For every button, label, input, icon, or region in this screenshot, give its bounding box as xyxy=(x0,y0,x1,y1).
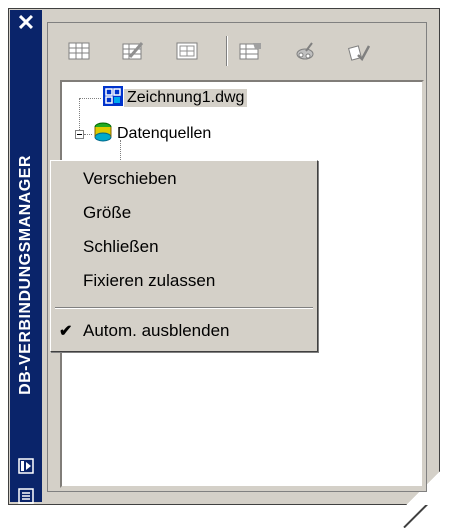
tree-node-label: Zeichnung1.dwg xyxy=(124,89,248,107)
collapse-toggle[interactable] xyxy=(75,130,84,139)
menu-separator xyxy=(55,307,313,309)
tree-node-drawing[interactable]: Zeichnung1.dwg xyxy=(102,85,248,112)
palette-title-bar[interactable]: ✕ DB-VERBINDUNGSMANAGER xyxy=(10,10,42,504)
auto-hide-icon[interactable] xyxy=(18,458,34,474)
new-link-template-icon[interactable] xyxy=(174,38,200,64)
tree-connector xyxy=(79,98,101,99)
menu-item-label: Größe xyxy=(83,203,132,222)
data-sources-icon xyxy=(92,121,114,148)
menu-item-move[interactable]: Verschieben xyxy=(51,163,317,195)
close-icon[interactable]: ✕ xyxy=(16,12,36,34)
view-table-icon[interactable] xyxy=(66,38,92,64)
palette-title-text: DB-VERBINDUNGSMANAGER xyxy=(17,155,34,395)
menu-item-allow-docking[interactable]: Fixieren zulassen xyxy=(51,265,317,297)
menu-item-label: Autom. ausblenden xyxy=(83,321,230,340)
menu-item-label: Schließen xyxy=(83,237,159,256)
tree-node-label: Datenquellen xyxy=(117,125,212,142)
context-menu: Verschieben Größe Schließen Fixieren zul… xyxy=(50,160,318,352)
menu-item-label: Fixieren zulassen xyxy=(83,271,216,290)
tree-connector xyxy=(79,98,80,134)
tree-connector xyxy=(84,134,92,135)
menu-item-close[interactable]: Schließen xyxy=(51,231,317,263)
tree-node-datasources[interactable]: Datenquellen xyxy=(92,121,214,147)
checkmark-icon: ✔ xyxy=(59,323,73,340)
menu-item-size[interactable]: Größe xyxy=(51,197,317,229)
new-label-template-icon[interactable] xyxy=(238,38,264,64)
query-icon[interactable] xyxy=(292,38,318,64)
palette-title: DB-VERBINDUNGSMANAGER xyxy=(10,110,42,440)
toolbar xyxy=(56,30,418,76)
resize-grip[interactable] xyxy=(403,498,433,528)
menu-item-label: Verschieben xyxy=(83,169,177,188)
edit-table-icon[interactable] xyxy=(120,38,146,64)
synchronize-icon[interactable] xyxy=(346,38,372,64)
drawing-icon xyxy=(102,85,124,112)
menu-item-auto-hide[interactable]: ✔ Autom. ausblenden xyxy=(51,315,317,347)
properties-menu-icon[interactable] xyxy=(18,488,34,504)
toolbar-separator xyxy=(226,36,228,66)
